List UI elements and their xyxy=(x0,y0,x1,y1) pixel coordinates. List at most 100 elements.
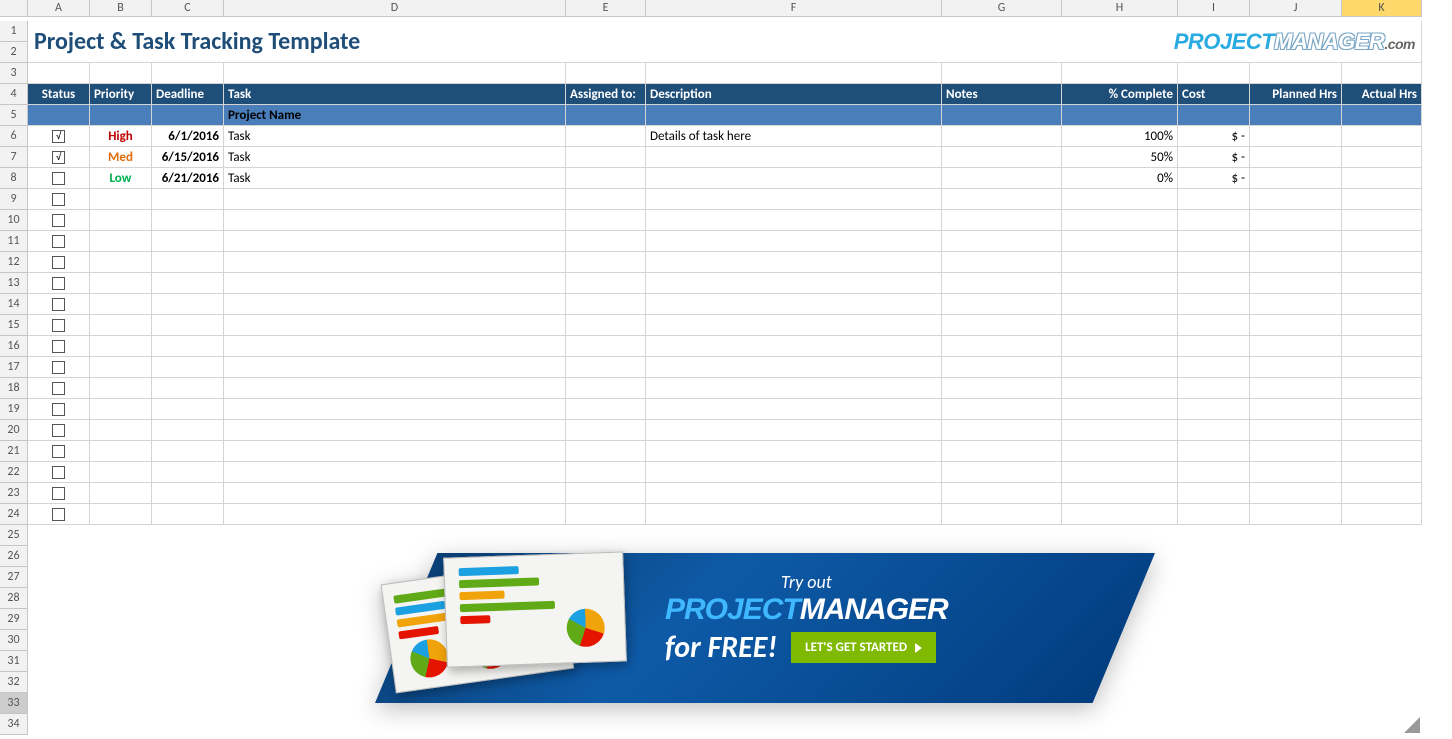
cell[interactable] xyxy=(1250,336,1342,357)
cell[interactable] xyxy=(566,273,646,294)
row-header[interactable]: 20 xyxy=(0,420,28,441)
cell[interactable] xyxy=(1062,462,1178,483)
cell[interactable] xyxy=(1178,483,1250,504)
column-label-actual[interactable]: Actual Hrs xyxy=(1342,84,1422,105)
cell[interactable] xyxy=(1250,693,1342,714)
cell[interactable] xyxy=(1250,420,1342,441)
description-cell[interactable]: Details of task here xyxy=(646,126,942,147)
cell[interactable] xyxy=(90,546,152,567)
cell[interactable] xyxy=(1342,483,1422,504)
cell[interactable] xyxy=(90,714,152,735)
status-cell[interactable] xyxy=(28,189,90,210)
cell[interactable] xyxy=(1342,231,1422,252)
cell[interactable] xyxy=(224,462,566,483)
cell[interactable] xyxy=(646,315,942,336)
column-header[interactable]: I xyxy=(1178,0,1250,17)
cell[interactable] xyxy=(1342,420,1422,441)
cell[interactable] xyxy=(1250,273,1342,294)
row-header[interactable]: 24 xyxy=(0,504,28,525)
cell[interactable] xyxy=(566,315,646,336)
cell[interactable] xyxy=(1062,210,1178,231)
cell[interactable] xyxy=(224,504,566,525)
cell[interactable] xyxy=(1178,504,1250,525)
cell[interactable] xyxy=(1250,315,1342,336)
cell[interactable] xyxy=(1250,651,1342,672)
column-header[interactable]: F xyxy=(646,0,942,17)
row-header[interactable]: 2 xyxy=(0,42,28,63)
cell[interactable] xyxy=(1062,357,1178,378)
cell[interactable] xyxy=(1250,588,1342,609)
cell[interactable] xyxy=(152,273,224,294)
cell[interactable] xyxy=(1178,420,1250,441)
status-cell[interactable] xyxy=(28,378,90,399)
checkbox-icon[interactable] xyxy=(52,172,65,185)
cell[interactable] xyxy=(646,210,942,231)
notes-cell[interactable] xyxy=(942,147,1062,168)
checkbox-icon[interactable] xyxy=(52,235,65,248)
cell[interactable] xyxy=(90,357,152,378)
row-header[interactable]: 34 xyxy=(0,714,28,735)
cell[interactable] xyxy=(942,714,1062,735)
row-header[interactable]: 14 xyxy=(0,294,28,315)
pct-cell[interactable]: 50% xyxy=(1062,147,1178,168)
cell[interactable] xyxy=(1178,63,1250,84)
cell[interactable] xyxy=(1342,504,1422,525)
row-header[interactable]: 6 xyxy=(0,126,28,147)
cell[interactable] xyxy=(1342,672,1422,693)
cell[interactable] xyxy=(566,714,646,735)
cell[interactable] xyxy=(1342,63,1422,84)
cell[interactable] xyxy=(1062,63,1178,84)
priority-cell[interactable]: Low xyxy=(90,168,152,189)
cell[interactable] xyxy=(646,441,942,462)
cell[interactable] xyxy=(1062,420,1178,441)
row-header[interactable]: 27 xyxy=(0,567,28,588)
row-header[interactable]: 16 xyxy=(0,336,28,357)
column-label-status[interactable]: Status xyxy=(28,84,90,105)
cell[interactable] xyxy=(152,420,224,441)
cell[interactable] xyxy=(1342,210,1422,231)
cell[interactable] xyxy=(90,399,152,420)
row-header[interactable]: 19 xyxy=(0,399,28,420)
cell[interactable] xyxy=(566,399,646,420)
cell[interactable] xyxy=(646,399,942,420)
column-label-notes[interactable]: Notes xyxy=(942,84,1062,105)
cell[interactable] xyxy=(1178,294,1250,315)
column-header[interactable]: G xyxy=(942,0,1062,17)
cell[interactable] xyxy=(90,252,152,273)
cell[interactable] xyxy=(90,609,152,630)
cell[interactable] xyxy=(566,189,646,210)
cell[interactable] xyxy=(566,483,646,504)
checkbox-icon[interactable] xyxy=(52,214,65,227)
cell[interactable] xyxy=(942,231,1062,252)
cell[interactable] xyxy=(1250,462,1342,483)
cell[interactable] xyxy=(942,273,1062,294)
cell[interactable] xyxy=(28,567,90,588)
cell[interactable] xyxy=(566,357,646,378)
cell[interactable] xyxy=(646,273,942,294)
cell[interactable] xyxy=(646,252,942,273)
cell[interactable] xyxy=(1062,378,1178,399)
cell[interactable] xyxy=(90,567,152,588)
cell[interactable] xyxy=(224,483,566,504)
cell[interactable] xyxy=(1250,210,1342,231)
cell[interactable] xyxy=(1342,357,1422,378)
cell[interactable] xyxy=(90,336,152,357)
row-header[interactable]: 10 xyxy=(0,210,28,231)
cell[interactable] xyxy=(224,189,566,210)
cell[interactable] xyxy=(942,378,1062,399)
cell[interactable] xyxy=(1178,378,1250,399)
status-cell[interactable] xyxy=(28,168,90,189)
cell[interactable] xyxy=(566,336,646,357)
cell[interactable] xyxy=(90,483,152,504)
notes-cell[interactable] xyxy=(942,126,1062,147)
cell[interactable] xyxy=(90,420,152,441)
cell[interactable] xyxy=(224,399,566,420)
column-label-assigned[interactable]: Assigned to: xyxy=(566,84,646,105)
cell[interactable] xyxy=(28,693,90,714)
cell[interactable] xyxy=(646,504,942,525)
cell[interactable] xyxy=(942,441,1062,462)
cell[interactable] xyxy=(1250,189,1342,210)
column-header[interactable]: E xyxy=(566,0,646,17)
cell[interactable] xyxy=(1062,189,1178,210)
cell[interactable] xyxy=(1062,252,1178,273)
